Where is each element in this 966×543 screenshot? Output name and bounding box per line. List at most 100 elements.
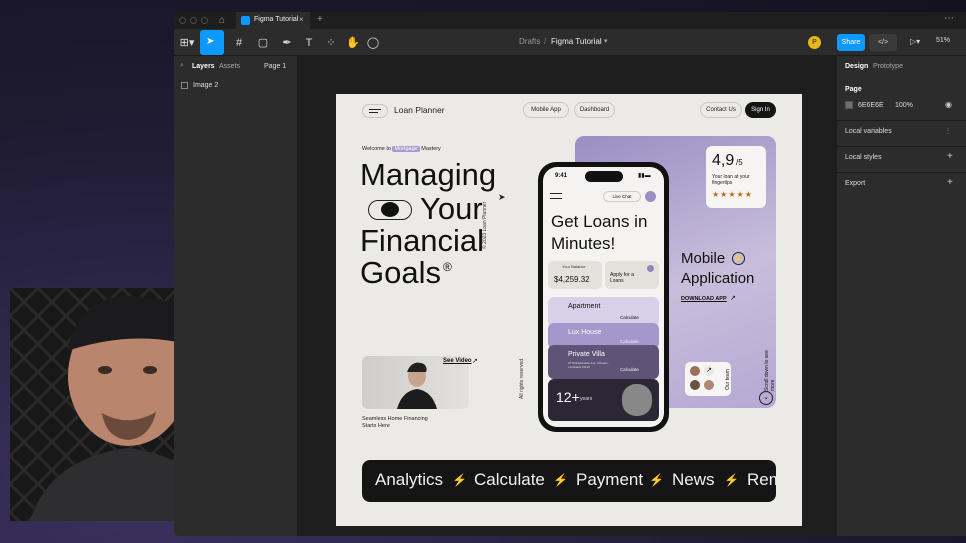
bolt-icon: ⚡ (452, 473, 467, 487)
add-icon[interactable]: + (947, 151, 953, 162)
window-minimize-dot[interactable] (190, 17, 197, 24)
years-label: years (580, 396, 593, 402)
rectangle-tool-icon[interactable]: ▢ (254, 33, 272, 53)
ticker-analytics: Analytics (375, 470, 444, 489)
welcome-tag: Mortgage (392, 146, 420, 152)
frame-tool-icon[interactable]: # (230, 33, 248, 53)
move-tool-button[interactable]: ➤ (200, 30, 224, 55)
nav-dashboard[interactable]: Dashboard (574, 102, 615, 118)
more-icon[interactable]: ⋯ (944, 13, 954, 24)
menu-icon[interactable] (362, 104, 388, 118)
villa-item: Private Villa 2779 Esplanade Ave, Orlean… (548, 345, 659, 379)
rating-text: Your loan at your fingertips (712, 174, 750, 186)
main-menu-icon[interactable]: ⊞▾ (178, 33, 196, 53)
toggle-graphic (368, 200, 412, 220)
dynamic-island (585, 171, 623, 182)
headline-3: Financial (360, 223, 485, 258)
page-selector[interactable]: Page 1 (264, 63, 286, 70)
file-icon (241, 16, 250, 25)
welcome-post: Mastery (421, 146, 441, 152)
zoom-level[interactable]: 51% (936, 37, 950, 44)
years-card: 12+ years (548, 379, 659, 421)
dev-mode-button[interactable]: </> (869, 34, 897, 51)
bolt-icon: ⚡ (553, 473, 568, 487)
mobile-label: Mobile (681, 250, 726, 267)
design-panel: Design Prototype Page 6E6E6E 100% ◉ Loca… (836, 56, 966, 536)
tab-assets[interactable]: Assets (219, 63, 240, 70)
rating-of: /5 (736, 158, 743, 167)
villa-label: Private Villa (568, 351, 605, 358)
add-icon[interactable]: + (947, 177, 953, 188)
live-chat-button: Live Chat (603, 191, 641, 202)
our-team-label: Our team (725, 369, 731, 390)
components-icon[interactable]: ⁘ (324, 33, 338, 53)
sliders-icon[interactable]: ⫶ (947, 127, 949, 137)
calculate-link: Calculate (620, 339, 639, 344)
tab-layers[interactable]: Layers (192, 63, 215, 70)
share-button[interactable]: Share (837, 34, 865, 51)
tab-figma-tutorial[interactable]: Figma Tutorial × (236, 12, 310, 29)
hand-tool-icon[interactable]: ✋ (346, 33, 360, 53)
comment-tool-icon[interactable]: ◯ (366, 33, 380, 53)
page-color-hex[interactable]: 6E6E6E (858, 102, 884, 109)
eye-icon[interactable]: ◉ (945, 100, 952, 109)
logo: Loan Planner (394, 105, 445, 115)
phone-screen: 9:41 ▮▮▬ Live Chat Get Loans in Minutes!… (543, 167, 664, 427)
home-icon[interactable]: ⌂ (219, 15, 225, 26)
signin-button[interactable]: Sign In (745, 102, 776, 118)
apartment-label: Apartment (568, 303, 601, 310)
scroll-down-icon[interactable]: ⌄ (759, 391, 773, 405)
close-tab-icon[interactable]: × (299, 15, 304, 24)
nav-mobile-app[interactable]: Mobile App (523, 102, 569, 118)
page-opacity[interactable]: 100% (895, 102, 913, 109)
page-color-swatch[interactable] (845, 101, 853, 109)
present-icon[interactable]: ▷▾ (910, 37, 920, 46)
avatar[interactable]: P (808, 36, 821, 49)
headline-2: Your (420, 191, 483, 226)
seamless-text: Seamless Home Financing Starts Here (362, 416, 428, 429)
avatar (645, 191, 656, 202)
design-frame[interactable]: Loan Planner Mobile App Dashboard Contac… (336, 94, 802, 526)
local-variables-label[interactable]: Local variables (845, 128, 892, 135)
bolt-icon: ⚡ (724, 473, 739, 487)
arrow-up-right-icon: ↗ (730, 295, 736, 302)
tab-design[interactable]: Design (845, 63, 868, 70)
lux-house-label: Lux House (568, 329, 602, 336)
welcome-line: Welcome to Mortgage Mastery (362, 146, 441, 152)
chevron-down-icon[interactable]: ▾ (604, 37, 608, 45)
ticker-news: News (672, 470, 715, 489)
rating-value: 4,9 (712, 152, 735, 169)
contact-button[interactable]: Contact Us (700, 102, 742, 118)
download-link[interactable]: DOWNLOAD APP (681, 296, 727, 302)
apply-card: Apply for a Loans (605, 261, 659, 289)
local-styles-label[interactable]: Local styles (845, 154, 882, 161)
text-tool-icon[interactable]: T (302, 33, 316, 53)
canvas[interactable]: Loan Planner Mobile App Dashboard Contac… (298, 56, 836, 536)
registered-mark: ® (443, 260, 452, 274)
hamburger-icon (550, 193, 562, 199)
villa-address: 2779 Esplanade Ave, Orleans, Louisiana 7… (568, 361, 609, 369)
window-close-dot[interactable] (179, 17, 186, 24)
tab-prototype[interactable]: Prototype (873, 63, 903, 70)
ticker-rem: Rem (747, 470, 776, 489)
bolt-icon: ⚡ (732, 252, 745, 265)
cursor-icon: ➤ (206, 36, 215, 47)
layer-image-2[interactable]: Image 2 (193, 82, 218, 89)
rights: All rights reserved. (519, 357, 525, 399)
stars: ★★★★★ (712, 190, 753, 199)
pen-tool-icon[interactable]: ✒ (278, 33, 296, 53)
export-label[interactable]: Export (845, 180, 865, 187)
breadcrumb-file[interactable]: Figma Tutorial (551, 37, 602, 46)
calculate-link: Calculate (620, 367, 639, 372)
window-zoom-dot[interactable] (201, 17, 208, 24)
layers-panel: ⌕ Layers Assets Page 1 Image 2 (174, 56, 298, 536)
calculate-link: Calculate (620, 315, 639, 320)
breadcrumb-drafts[interactable]: Drafts (519, 37, 540, 46)
search-icon[interactable]: ⌕ (180, 62, 184, 70)
balance-label: Your Balance (562, 264, 586, 269)
copyright: © 2023 Loan Planner (482, 201, 488, 249)
see-video-link[interactable]: See Video (443, 358, 472, 364)
new-tab-icon[interactable]: + (317, 14, 323, 25)
headline-4: Goals (360, 255, 441, 290)
breadcrumb-sep: / (544, 37, 547, 46)
